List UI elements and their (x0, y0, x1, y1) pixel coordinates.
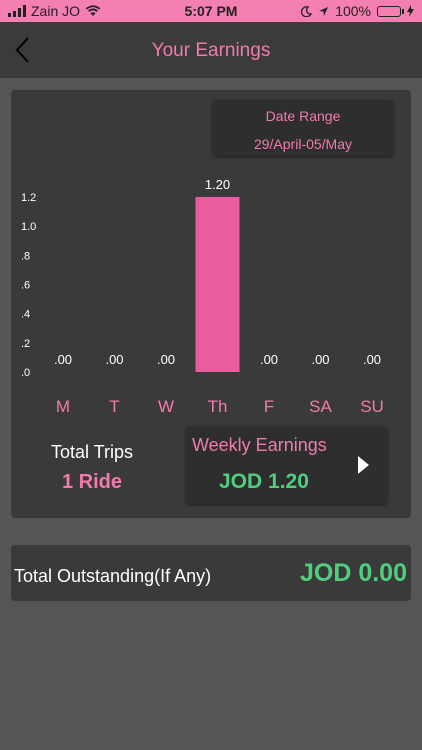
bar-value-label: .00 (311, 352, 329, 367)
page-title: Your Earnings (151, 40, 271, 61)
bar-value-label: .00 (54, 352, 72, 367)
outstanding-card: Total Outstanding(If Any) JOD 0.00 (11, 545, 411, 601)
y-tick-label: 1.2 (21, 192, 36, 204)
y-tick-label: .4 (21, 309, 30, 321)
y-tick-label: .0 (21, 367, 30, 379)
x-tick-label: M (56, 397, 70, 416)
x-tick-label: SA (309, 397, 332, 416)
x-tick-label: SU (360, 397, 384, 416)
x-tick-label: W (158, 397, 174, 416)
total-trips-label: Total Trips (50, 442, 134, 462)
battery-percent: 100% (335, 3, 371, 19)
weekly-earnings-value: JOD 1.20 (219, 470, 309, 493)
x-tick-label: T (109, 397, 119, 416)
y-tick-label: .6 (21, 280, 30, 292)
chart-bar (195, 197, 240, 372)
play-arrow-icon (358, 456, 369, 474)
y-tick-label: .2 (21, 338, 30, 350)
y-tick-label: 1.0 (21, 221, 36, 233)
nav-bar: Your Earnings (0, 22, 422, 78)
status-bar: Zain JO 5:07 PM 100% (0, 0, 422, 22)
x-tick-label: Th (208, 397, 228, 416)
weekly-earnings-label: Weekly Earnings (192, 435, 327, 455)
total-trips: Total Trips 1 Ride (35, 442, 149, 494)
bar-value-label: .00 (105, 352, 123, 367)
bar-value-label: .00 (157, 352, 175, 367)
outstanding-label: Total Outstanding(If Any) (14, 566, 212, 586)
bar-value-label: .00 (363, 352, 381, 367)
battery-icon (377, 5, 404, 17)
bar-value-label: 1.20 (205, 177, 230, 192)
total-trips-value: 1 Ride (61, 471, 123, 493)
location-arrow-icon (319, 6, 329, 16)
charging-bolt-icon (407, 5, 414, 17)
y-tick-label: .8 (21, 250, 30, 262)
bar-value-label: .00 (260, 352, 278, 367)
moon-icon (301, 5, 313, 17)
weekly-earnings-chart: .0 .2 .4 .6 .8 1.0 1.2 .00 M .00 T .00 W 1.20 Th .00 F .0… (21, 177, 384, 416)
outstanding-value: JOD 0.00 (299, 559, 407, 587)
weekly-earnings-button[interactable]: Weekly Earnings JOD 1.20 (186, 427, 387, 504)
x-tick-label: F (264, 397, 274, 416)
earnings-card: Date Range 29/April-05/May .0.2.4.6.8 1.0… (11, 90, 411, 518)
